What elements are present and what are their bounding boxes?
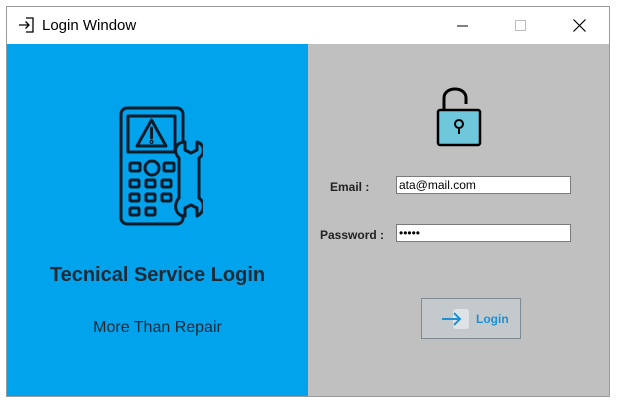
maximize-icon <box>515 19 526 31</box>
device-repair-icon <box>113 106 205 233</box>
maximize-button[interactable] <box>498 7 544 44</box>
panel-subtitle: More Than Repair <box>93 319 222 336</box>
login-arrow-icon <box>438 306 472 332</box>
email-field[interactable] <box>396 176 571 194</box>
login-window: Login Window Tecnical Service Login More… <box>6 6 610 397</box>
brand-panel: Tecnical Service Login More Than Repair <box>7 44 308 396</box>
unlocked-padlock-icon <box>436 82 482 153</box>
panel-title: Tecnical Service Login <box>49 264 266 286</box>
close-button[interactable] <box>556 7 602 44</box>
login-form-panel: Email : Password : Login <box>308 44 609 396</box>
email-label: Email : <box>330 180 370 194</box>
minimize-icon <box>457 25 468 26</box>
login-button[interactable]: Login <box>421 298 521 339</box>
window-title: Login Window <box>42 17 137 34</box>
login-button-label: Login <box>476 311 509 326</box>
password-label: Password : <box>320 228 385 242</box>
close-icon <box>572 19 586 32</box>
minimize-button[interactable] <box>440 7 486 44</box>
password-field[interactable] <box>396 224 571 242</box>
title-bar[interactable]: Login Window <box>7 7 609 44</box>
sign-in-arrow-icon <box>17 16 35 34</box>
